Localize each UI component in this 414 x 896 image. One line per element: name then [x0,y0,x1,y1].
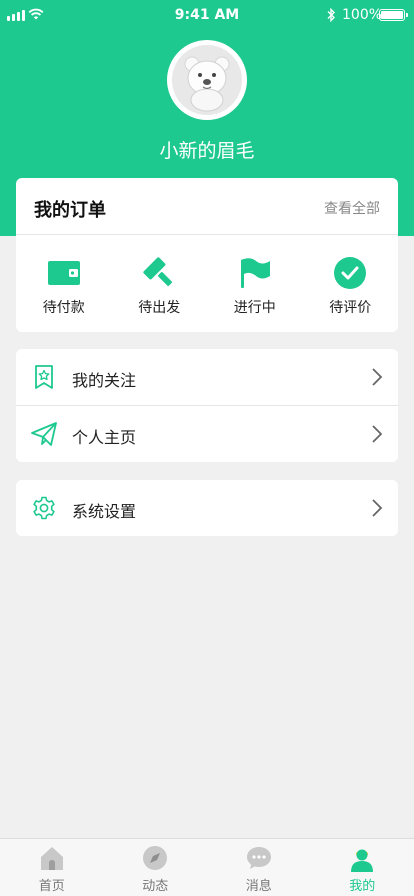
chevron-right-icon [372,425,383,443]
gear-icon [30,494,58,522]
battery-icon [379,9,408,21]
tab-label: 消息 [245,879,272,894]
bear-avatar-image [172,45,242,115]
home-icon [38,844,66,872]
tab-label: 首页 [38,879,65,894]
status-bar: 9:41 AM 100% [0,0,414,30]
tab-home[interactable]: 首页 [0,839,104,896]
tab-label: 我的 [349,879,376,894]
compass-icon [141,844,169,872]
menu-item-following[interactable]: 我的关注 [16,349,398,405]
bottom-tab-bar: 首页 动态 消息 我的 [0,838,414,896]
tab-messages[interactable]: 消息 [207,839,311,896]
menu-item-label: 系统设置 [72,502,137,521]
menu-item-settings[interactable]: 系统设置 [16,480,398,536]
bluetooth-icon [327,7,335,23]
hammer-icon [141,255,177,291]
username: 小新的眉毛 [159,140,255,162]
view-all-orders-link[interactable]: 查看全部 [324,198,380,218]
order-status-label: 待出发 [138,300,181,316]
menu-card-primary: 我的关注 个人主页 [16,349,398,462]
order-status-grid: 待付款 待出发 进行中 待评价 [16,235,398,332]
chevron-right-icon [372,499,383,517]
menu-item-profile-page[interactable]: 个人主页 [16,405,398,461]
order-status-to-depart[interactable]: 待出发 [112,235,208,332]
user-icon [348,844,376,872]
paper-plane-icon [30,420,58,448]
orders-title: 我的订单 [34,200,106,221]
order-status-in-progress[interactable]: 进行中 [207,235,303,332]
avatar[interactable] [167,40,247,120]
menu-item-label: 我的关注 [72,371,137,390]
orders-header: 我的订单 查看全部 [16,178,398,235]
order-status-pending-payment[interactable]: 待付款 [16,235,112,332]
check-circle-icon [332,255,368,291]
battery-percentage: 100% [342,7,383,23]
orders-card: 我的订单 查看全部 待付款 待出发 进行中 待评价 [16,178,398,332]
chat-icon [245,844,273,872]
chevron-right-icon [372,368,383,386]
tab-feed[interactable]: 动态 [104,839,208,896]
flag-icon [237,255,273,291]
tab-label: 动态 [142,879,169,894]
order-status-label: 待付款 [42,300,85,316]
order-status-to-review[interactable]: 待评价 [303,235,399,332]
order-status-label: 待评价 [329,300,372,316]
menu-item-label: 个人主页 [72,428,137,447]
menu-card-settings: 系统设置 [16,480,398,536]
order-status-label: 进行中 [233,300,276,316]
tab-me[interactable]: 我的 [311,839,414,896]
wallet-icon [46,255,82,291]
star-bookmark-icon [30,363,58,391]
